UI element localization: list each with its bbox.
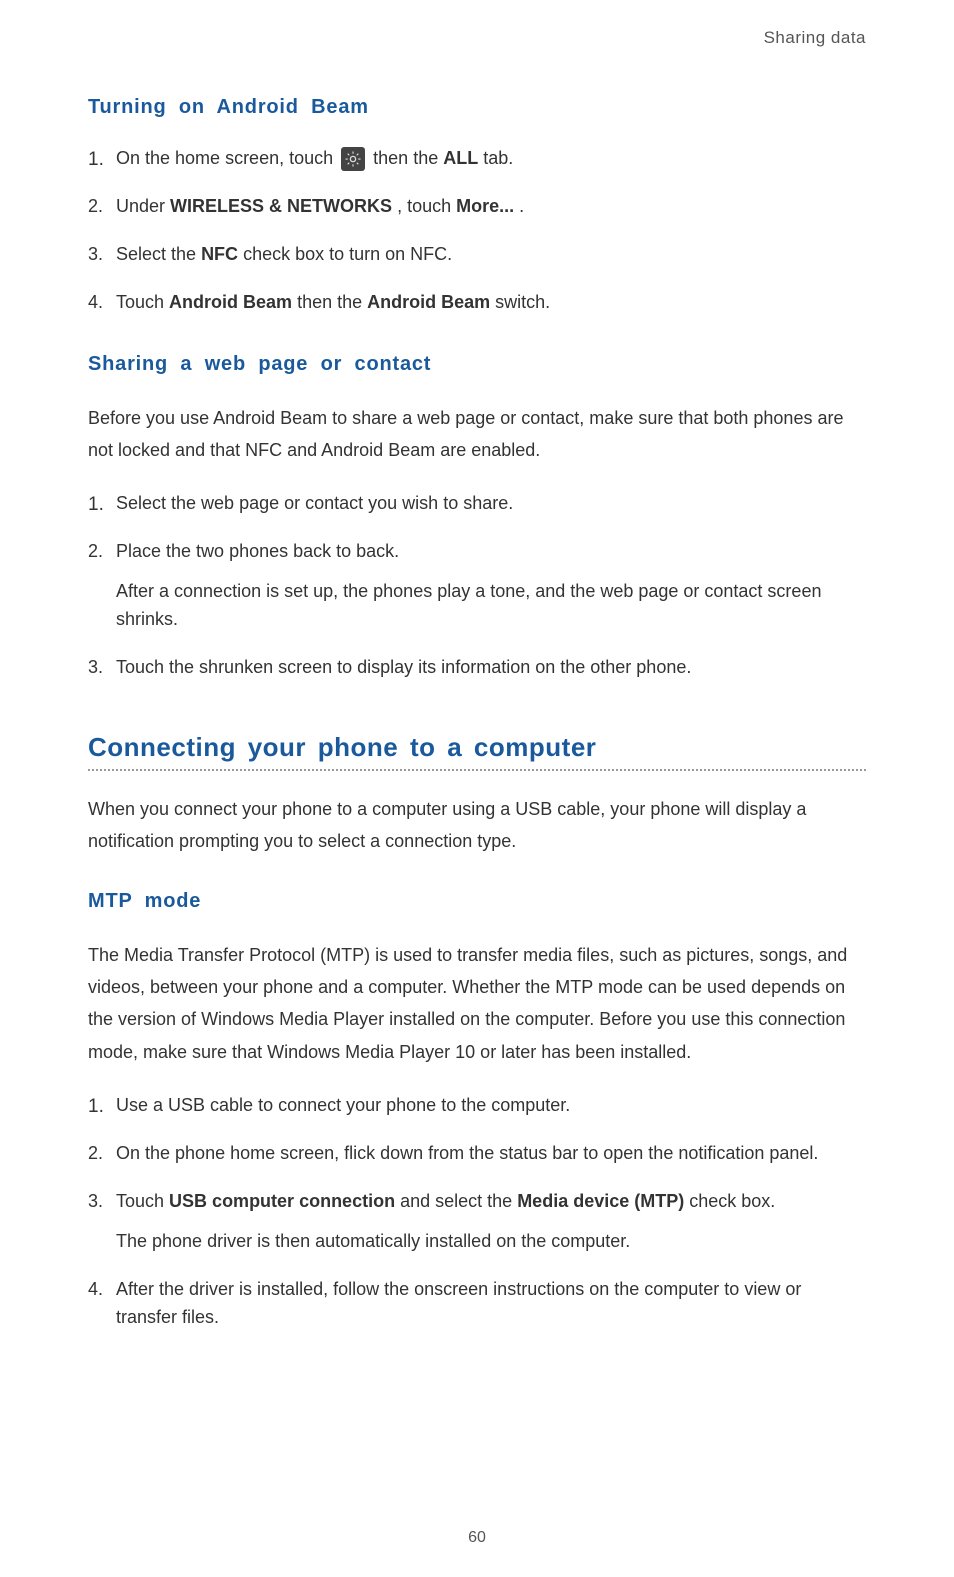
step-item: Use a USB cable to connect your phone to… — [88, 1092, 866, 1120]
section-sharing-web-page: Sharing a web page or contact Before you… — [88, 353, 866, 682]
heading-connecting-computer: Connecting your phone to a computer — [88, 732, 866, 763]
step-text: check box to turn on NFC. — [243, 244, 452, 264]
step-text: then the — [297, 292, 367, 312]
step-item: Select the NFC check box to turn on NFC. — [88, 241, 866, 269]
step-bold: Android Beam — [169, 292, 292, 312]
step-text: tab. — [483, 148, 513, 168]
step-item: Touch the shrunken screen to display its… — [88, 654, 866, 682]
step-text: then the — [373, 148, 443, 168]
step-bold: WIRELESS & NETWORKS — [170, 196, 392, 216]
step-bold: Media device (MTP) — [517, 1191, 684, 1211]
page-number: 60 — [468, 1529, 486, 1547]
step-text: and select the — [400, 1191, 517, 1211]
step-bold: NFC — [201, 244, 238, 264]
section-turning-on-android-beam: Turning on Android Beam On the home scre… — [88, 96, 866, 317]
step-text: On the home screen, touch — [116, 148, 338, 168]
step-item: Under WIRELESS & NETWORKS , touch More..… — [88, 193, 866, 221]
page-header-label: Sharing data — [88, 28, 866, 48]
step-bold: ALL — [443, 148, 478, 168]
step-text: switch. — [495, 292, 550, 312]
step-text: Touch — [116, 292, 169, 312]
steps-turning-on: On the home screen, touch then the ALL t… — [88, 145, 866, 317]
step-bold: USB computer connection — [169, 1191, 395, 1211]
subheading-turning-on: Turning on Android Beam — [88, 96, 866, 119]
step-item: Select the web page or contact you wish … — [88, 490, 866, 518]
step-item: On the home screen, touch then the ALL t… — [88, 145, 866, 173]
step-text: check box. — [689, 1191, 775, 1211]
dotted-divider — [88, 769, 866, 771]
settings-icon — [341, 147, 365, 171]
steps-mtp: Use a USB cable to connect your phone to… — [88, 1092, 866, 1331]
step-bold: Android Beam — [367, 292, 490, 312]
intro-paragraph: The Media Transfer Protocol (MTP) is use… — [88, 939, 866, 1069]
step-subtext: The phone driver is then automatically i… — [116, 1228, 866, 1256]
step-item: After the driver is installed, follow th… — [88, 1276, 866, 1332]
step-text: Place the two phones back to back. — [116, 541, 399, 561]
step-text: , touch — [397, 196, 456, 216]
step-bold: More... — [456, 196, 514, 216]
step-text: . — [519, 196, 524, 216]
step-text: Select the — [116, 244, 201, 264]
subheading-sharing-web: Sharing a web page or contact — [88, 353, 866, 376]
intro-paragraph: Before you use Android Beam to share a w… — [88, 402, 866, 467]
intro-paragraph: When you connect your phone to a compute… — [88, 793, 866, 858]
step-text: Under — [116, 196, 170, 216]
subheading-mtp: MTP mode — [88, 890, 866, 913]
step-text: Touch — [116, 1191, 169, 1211]
step-item: Touch USB computer connection and select… — [88, 1188, 866, 1256]
section-mtp-mode: MTP mode The Media Transfer Protocol (MT… — [88, 890, 866, 1332]
step-subtext: After a connection is set up, the phones… — [116, 578, 866, 634]
step-item: Touch Android Beam then the Android Beam… — [88, 289, 866, 317]
steps-sharing-web: Select the web page or contact you wish … — [88, 490, 866, 681]
step-item: Place the two phones back to back. After… — [88, 538, 866, 634]
step-item: On the phone home screen, flick down fro… — [88, 1140, 866, 1168]
